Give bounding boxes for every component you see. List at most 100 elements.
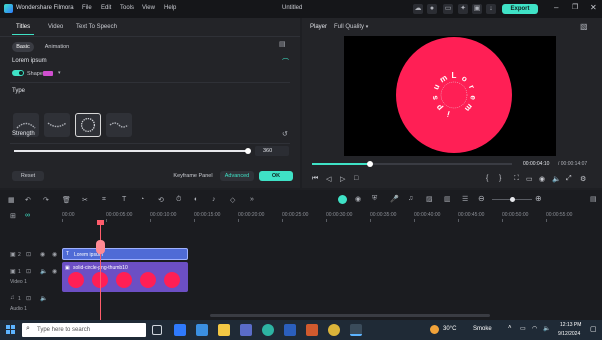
file-explorer-icon[interactable]	[218, 324, 230, 336]
edge-icon[interactable]	[262, 324, 274, 336]
strength-slider[interactable]	[14, 148, 251, 154]
previous-frame-icon[interactable]: ⏮	[312, 175, 318, 183]
tab-text-to-speech[interactable]: Text To Speech	[76, 24, 117, 30]
crop-icon[interactable]: ⌗	[102, 196, 106, 204]
grid-view-icon[interactable]: ▦	[8, 196, 15, 204]
menu-tools[interactable]: Tools	[120, 5, 134, 11]
playhead-handle[interactable]	[96, 240, 105, 254]
audio-mute-icon[interactable]: 🔈	[40, 295, 47, 302]
lock-icon[interactable]: ⊡	[26, 251, 31, 258]
menu-help[interactable]: Help	[164, 5, 176, 11]
network-icon[interactable]: ▭	[520, 325, 526, 332]
timeline-ruler[interactable]: 00:00 00:00:05:00 00:00:10:00 00:00:15:00 00…	[60, 210, 602, 222]
lock-icon[interactable]: ▣	[472, 4, 482, 14]
mark-out-icon[interactable]: }	[499, 175, 501, 182]
text-icon[interactable]: T	[122, 196, 126, 203]
add-track-icon[interactable]: ⊞	[10, 212, 16, 220]
download-icon[interactable]: ↓	[486, 4, 496, 14]
video-clip[interactable]: ▣ solid-circle-png-thumb10	[62, 262, 188, 292]
delete-icon[interactable]: 🗑	[62, 196, 71, 204]
filmora-taskbar-icon[interactable]	[350, 324, 362, 336]
playhead-line[interactable]	[100, 224, 101, 320]
zoom-out-icon[interactable]: ⊖	[478, 194, 485, 203]
volume-icon[interactable]: 🔈	[552, 175, 561, 183]
powerpoint-icon[interactable]	[306, 324, 318, 336]
shape-toggle[interactable]	[12, 70, 24, 76]
stop-icon[interactable]: □	[354, 175, 358, 182]
timer-icon[interactable]: ⏱	[176, 196, 181, 204]
redo-icon[interactable]: ↷	[43, 196, 49, 204]
playback-progress[interactable]	[312, 161, 512, 167]
snapshot-icon[interactable]: ◉	[539, 175, 545, 183]
preset-wave-icon[interactable]: ⌒	[282, 57, 289, 67]
wifi-icon[interactable]: ◠	[532, 325, 537, 332]
taskbar-search-box[interactable]: ⌕ Type here to search	[22, 323, 146, 337]
shape-type-circle[interactable]	[75, 113, 101, 137]
clock-time[interactable]: 12:13 PM	[560, 322, 581, 328]
zoom-in-icon[interactable]: ⊕	[535, 194, 542, 203]
list-icon[interactable]: ☰	[462, 195, 468, 203]
screen-icon[interactable]: ▭	[443, 4, 453, 14]
undo-icon[interactable]: ↶	[25, 196, 31, 204]
advanced-button[interactable]: Advanced	[220, 171, 254, 181]
gift-icon[interactable]: ✦	[458, 4, 468, 14]
start-icon[interactable]	[6, 325, 16, 335]
subtab-animation[interactable]: Animation	[40, 42, 74, 52]
link-icon[interactable]: ∞	[25, 212, 30, 219]
playhead-top-marker[interactable]	[97, 220, 104, 225]
reset-button[interactable]: Reset	[12, 171, 44, 181]
reset-strength-icon[interactable]: ↺	[282, 130, 288, 138]
close-icon[interactable]: ✕	[590, 3, 597, 12]
ok-button[interactable]: OK	[259, 171, 293, 181]
zoom-slider[interactable]	[492, 197, 532, 202]
cut-icon[interactable]: ✂	[82, 196, 88, 204]
keyframe-panel-button[interactable]: Keyframe Panel	[170, 171, 216, 181]
clock-date[interactable]: 9/12/2024	[558, 331, 580, 337]
subtab-basic[interactable]: Basic	[12, 42, 34, 52]
menu-file[interactable]: File	[82, 5, 92, 11]
mic-icon[interactable]: 🎤	[390, 195, 399, 203]
fullscreen-icon[interactable]: ⛶	[514, 175, 519, 183]
audio-adjust-icon[interactable]: ♪	[212, 196, 216, 203]
chevron-down-icon[interactable]: ▾	[58, 70, 61, 76]
strength-slider-knob[interactable]	[245, 148, 251, 154]
menu-view[interactable]: View	[142, 5, 155, 11]
widgets-icon[interactable]	[174, 324, 186, 336]
strength-value-field[interactable]: 360	[255, 146, 289, 156]
eye-icon[interactable]: ◉	[40, 251, 45, 258]
user-icon[interactable]: ●	[427, 4, 437, 14]
minimize-icon[interactable]: –	[554, 3, 558, 12]
magnet-toggle-icon[interactable]	[338, 195, 347, 204]
tray-chevron-icon[interactable]: ˄	[508, 325, 512, 331]
snapshot-view-icon[interactable]: ▧	[580, 22, 588, 31]
title-clip[interactable]: T Lorem ipsum	[62, 248, 188, 260]
shape-type-wave[interactable]	[106, 113, 132, 137]
playback-progress-knob[interactable]	[367, 161, 373, 167]
tab-video[interactable]: Video	[48, 24, 63, 30]
lock-icon[interactable]: ⊡	[26, 268, 31, 275]
play-icon[interactable]: ▷	[340, 175, 345, 183]
shape-type-arc-down[interactable]	[44, 113, 70, 137]
chrome-icon[interactable]	[328, 324, 340, 336]
zoom-slider-knob[interactable]	[510, 197, 515, 202]
maximize-icon[interactable]: ❐	[572, 3, 578, 11]
audio-mute-icon[interactable]: 🔈	[40, 268, 47, 275]
record-icon[interactable]: ◉	[355, 195, 361, 203]
quality-select[interactable]: Full Quality ▾	[334, 24, 368, 30]
expand-icon[interactable]: ⤢	[566, 175, 572, 183]
visibility-icon[interactable]: ◉	[52, 268, 57, 275]
speaker-icon[interactable]: 🔈	[543, 325, 550, 332]
rotate-icon[interactable]: ⟲	[158, 196, 164, 204]
notification-icon[interactable]: ▢	[590, 325, 597, 333]
task-view-icon[interactable]	[152, 325, 162, 335]
mail-icon[interactable]	[196, 324, 208, 336]
split-screen-icon[interactable]: ▥	[444, 195, 451, 203]
save-preset-icon[interactable]: ▤	[279, 40, 286, 48]
color-icon[interactable]: ◐	[194, 196, 198, 203]
music-icon[interactable]: ♫	[408, 195, 413, 202]
visibility-icon[interactable]: ◉	[52, 251, 57, 258]
menu-edit[interactable]: Edit	[101, 5, 111, 11]
word-icon[interactable]	[284, 324, 296, 336]
cloud-icon[interactable]: ☁	[413, 4, 423, 14]
settings-icon[interactable]: ⚙	[580, 175, 586, 183]
